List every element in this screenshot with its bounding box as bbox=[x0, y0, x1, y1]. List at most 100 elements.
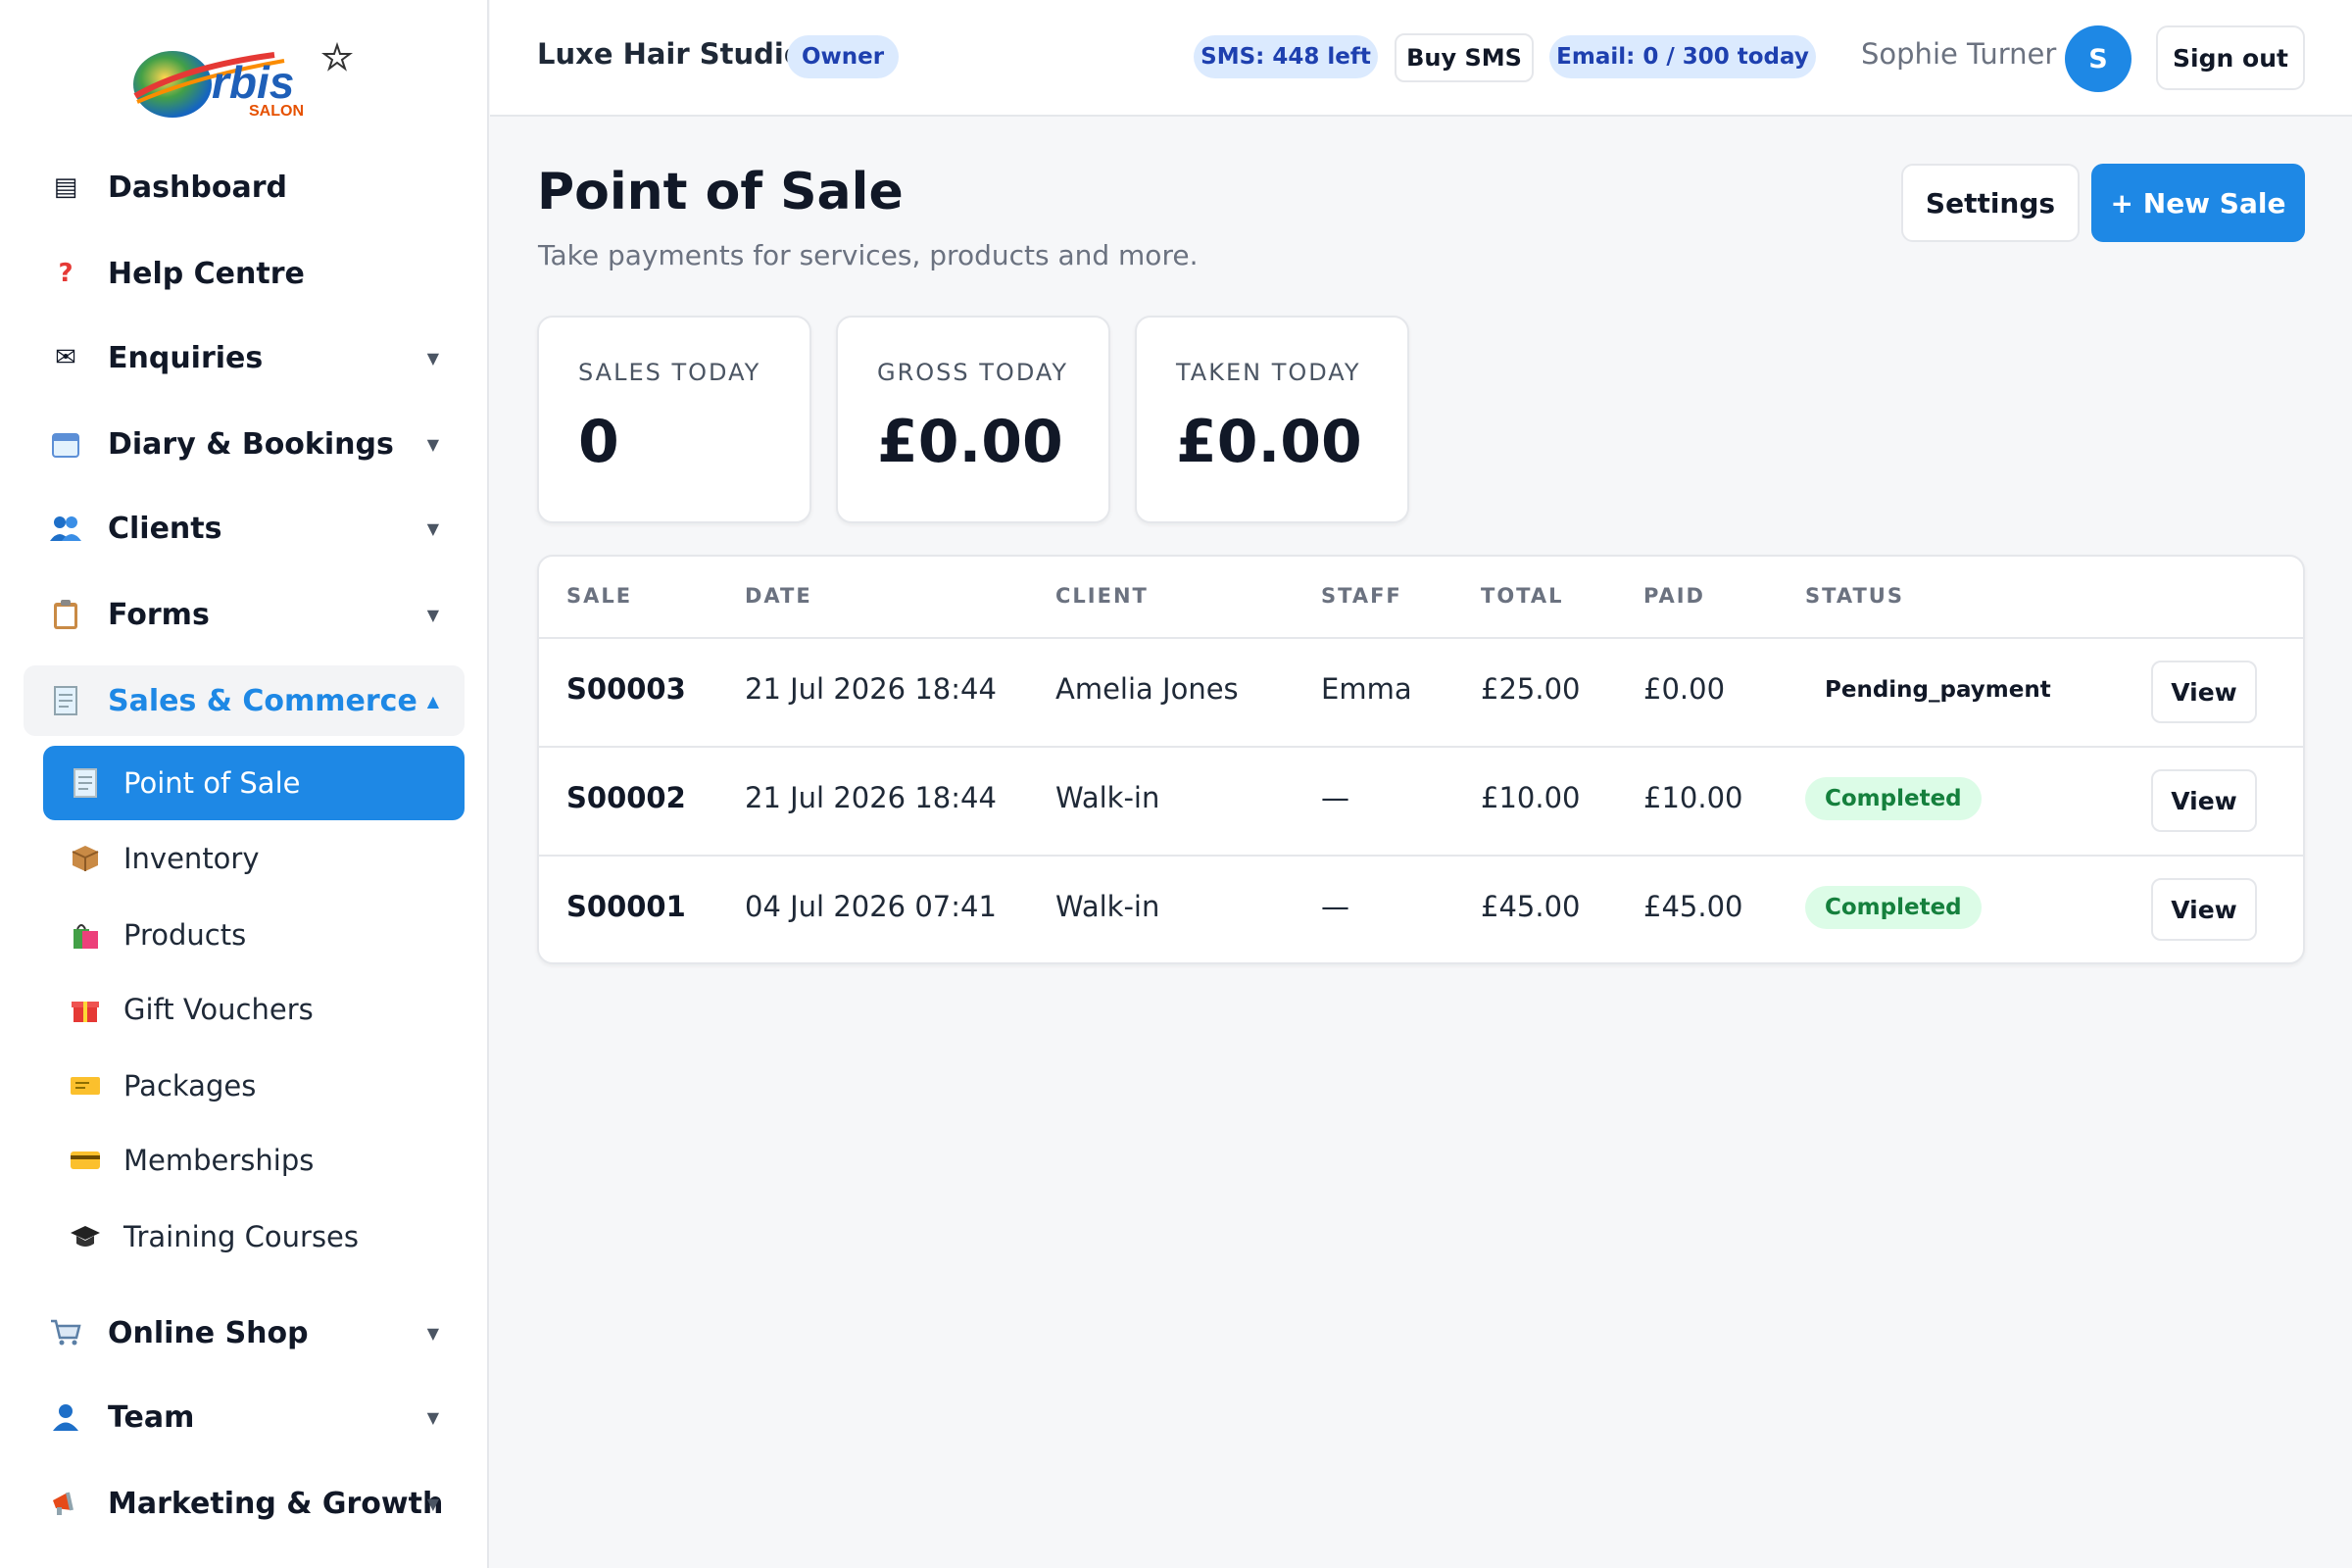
sale-id: S00002 bbox=[566, 781, 686, 814]
sidebar-subitem-gift-vouchers[interactable]: Gift Vouchers bbox=[43, 972, 465, 1047]
table-row[interactable]: S00001 04 Jul 2026 07:41 Walk-in — £45.0… bbox=[539, 855, 2303, 962]
calendar-icon bbox=[49, 427, 82, 461]
sale-staff: — bbox=[1321, 890, 1349, 923]
sale-total: £10.00 bbox=[1481, 781, 1581, 814]
sidebar-item-sales-commerce[interactable]: Sales & Commerce ▲ bbox=[24, 665, 465, 736]
sidebar-subitem-label: Gift Vouchers bbox=[123, 993, 314, 1026]
sidebar-item-help-centre[interactable]: ? Help Centre bbox=[24, 238, 465, 309]
chevron-down-icon: ▼ bbox=[426, 1494, 439, 1513]
sidebar-item-label: Team bbox=[108, 1399, 195, 1435]
envelope-icon: ✉ bbox=[55, 343, 76, 372]
stat-label: SALES TODAY bbox=[578, 359, 761, 386]
clipboard-icon bbox=[49, 598, 82, 631]
sidebar-subitem-label: Products bbox=[123, 918, 247, 952]
sidebar-subitem-label: Memberships bbox=[123, 1144, 315, 1177]
shopping-bag-icon bbox=[69, 918, 102, 952]
sale-paid: £10.00 bbox=[1643, 781, 1743, 814]
dashboard-icon: ▤ bbox=[53, 172, 78, 202]
sidebar-subitem-label: Inventory bbox=[123, 842, 260, 875]
sidebar-subitem-products[interactable]: Products bbox=[43, 898, 465, 972]
stat-card-sales-today: SALES TODAY 0 bbox=[537, 316, 811, 523]
sale-date: 04 Jul 2026 07:41 bbox=[745, 890, 997, 923]
sale-total: £45.00 bbox=[1481, 890, 1581, 923]
sale-total: £25.00 bbox=[1481, 672, 1581, 706]
clients-icon bbox=[49, 512, 82, 545]
sidebar-subitem-label: Packages bbox=[123, 1069, 257, 1102]
sidebar-item-forms[interactable]: Forms ▼ bbox=[24, 579, 465, 650]
sidebar-subitem-memberships[interactable]: Memberships bbox=[43, 1123, 465, 1198]
sidebar-item-label: Dashboard bbox=[108, 170, 287, 205]
chevron-down-icon: ▼ bbox=[426, 434, 439, 454]
stat-label: TAKEN TODAY bbox=[1176, 359, 1361, 386]
view-sale-button[interactable]: View bbox=[2151, 661, 2257, 723]
sidebar-subitem-point-of-sale[interactable]: Point of Sale bbox=[43, 746, 465, 820]
sidebar-item-label: Sales & Commerce bbox=[108, 683, 417, 718]
sale-client: Walk-in bbox=[1055, 781, 1160, 814]
sale-staff: Emma bbox=[1321, 672, 1412, 706]
sale-date: 21 Jul 2026 18:44 bbox=[745, 672, 997, 706]
sidebar-item-label: Clients bbox=[108, 511, 222, 546]
status-badge: Completed bbox=[1805, 777, 1982, 820]
sale-id: S00003 bbox=[566, 672, 686, 706]
sidebar-item-online-shop[interactable]: Online Shop ▼ bbox=[24, 1298, 465, 1368]
sidebar-subitem-inventory[interactable]: Inventory bbox=[43, 821, 465, 896]
svg-text:SALON: SALON bbox=[249, 103, 304, 120]
user-name: Sophie Turner bbox=[1861, 37, 2057, 71]
column-header-staff: STAFF bbox=[1321, 584, 1402, 608]
sidebar-subitem-training-courses[interactable]: Training Courses bbox=[43, 1200, 465, 1274]
stat-value: £0.00 bbox=[1176, 408, 1362, 476]
chevron-down-icon: ▼ bbox=[426, 1323, 439, 1343]
chevron-down-icon: ▼ bbox=[426, 1407, 439, 1427]
sidebar-item-marketing-growth[interactable]: Marketing & Growth ▼ bbox=[24, 1468, 465, 1539]
sidebar-item-dashboard[interactable]: ▤ Dashboard bbox=[24, 152, 465, 222]
sidebar-item-enquiries[interactable]: ✉ Enquiries ▼ bbox=[24, 322, 465, 393]
role-badge: Owner bbox=[787, 35, 899, 78]
sidebar-item-label: Enquiries bbox=[108, 340, 264, 375]
sale-paid: £45.00 bbox=[1643, 890, 1743, 923]
avatar[interactable]: S bbox=[2065, 25, 2132, 92]
view-sale-button[interactable]: View bbox=[2151, 769, 2257, 832]
card-icon bbox=[69, 1144, 102, 1177]
column-header-sale: SALE bbox=[566, 584, 633, 608]
svg-text:rbis: rbis bbox=[212, 57, 294, 108]
table-row[interactable]: S00002 21 Jul 2026 18:44 Walk-in — £10.0… bbox=[539, 746, 2303, 855]
megaphone-icon bbox=[49, 1487, 82, 1520]
orbis-salon-logo[interactable]: rbis SALON bbox=[127, 37, 363, 125]
buy-sms-button[interactable]: Buy SMS bbox=[1395, 33, 1534, 82]
page-title: Point of Sale bbox=[537, 163, 904, 221]
table-row[interactable]: S00003 21 Jul 2026 18:44 Amelia Jones Em… bbox=[539, 637, 2303, 746]
top-bar: Luxe Hair Studio Owner SMS: 448 left Buy… bbox=[490, 0, 2352, 117]
sidebar-subitem-label: Training Courses bbox=[123, 1220, 360, 1253]
sidebar-item-team[interactable]: Team ▼ bbox=[24, 1382, 465, 1452]
view-sale-button[interactable]: View bbox=[2151, 878, 2257, 941]
new-sale-button[interactable]: + New Sale bbox=[2091, 164, 2305, 242]
sidebar-item-label: Online Shop bbox=[108, 1315, 309, 1350]
sidebar-item-label: Help Centre bbox=[108, 256, 305, 291]
ticket-icon bbox=[69, 1069, 102, 1102]
sale-id: S00001 bbox=[566, 890, 686, 923]
column-header-total: TOTAL bbox=[1481, 584, 1564, 608]
person-icon bbox=[49, 1400, 82, 1434]
sidebar-subitem-packages[interactable]: Packages bbox=[43, 1049, 465, 1123]
page-subtitle: Take payments for services, products and… bbox=[538, 239, 1199, 271]
help-icon: ? bbox=[58, 259, 74, 288]
sms-credit-badge: SMS: 448 left bbox=[1194, 35, 1378, 78]
stat-card-taken-today: TAKEN TODAY £0.00 bbox=[1135, 316, 1409, 523]
sales-table: SALE DATE CLIENT STAFF TOTAL PAID STATUS… bbox=[537, 555, 2305, 964]
sidebar: rbis SALON ▤ Dashboard ? Help Centre ✉ E… bbox=[0, 0, 489, 1568]
sale-date: 21 Jul 2026 18:44 bbox=[745, 781, 997, 814]
receipt-icon bbox=[69, 766, 102, 800]
sidebar-item-clients[interactable]: Clients ▼ bbox=[24, 493, 465, 564]
sidebar-subitem-label: Point of Sale bbox=[123, 766, 301, 800]
stat-value: £0.00 bbox=[877, 408, 1063, 476]
status-badge: Completed bbox=[1805, 886, 1982, 929]
settings-button[interactable]: Settings bbox=[1901, 164, 2080, 242]
sidebar-item-diary-bookings[interactable]: Diary & Bookings ▼ bbox=[24, 409, 465, 479]
sidebar-item-label: Marketing & Growth bbox=[108, 1486, 444, 1521]
chevron-down-icon: ▼ bbox=[426, 518, 439, 538]
sale-staff: — bbox=[1321, 781, 1349, 814]
sidebar-item-label: Forms bbox=[108, 597, 210, 632]
column-header-date: DATE bbox=[745, 584, 812, 608]
chevron-up-icon: ▲ bbox=[426, 691, 439, 710]
sign-out-button[interactable]: Sign out bbox=[2156, 25, 2305, 90]
